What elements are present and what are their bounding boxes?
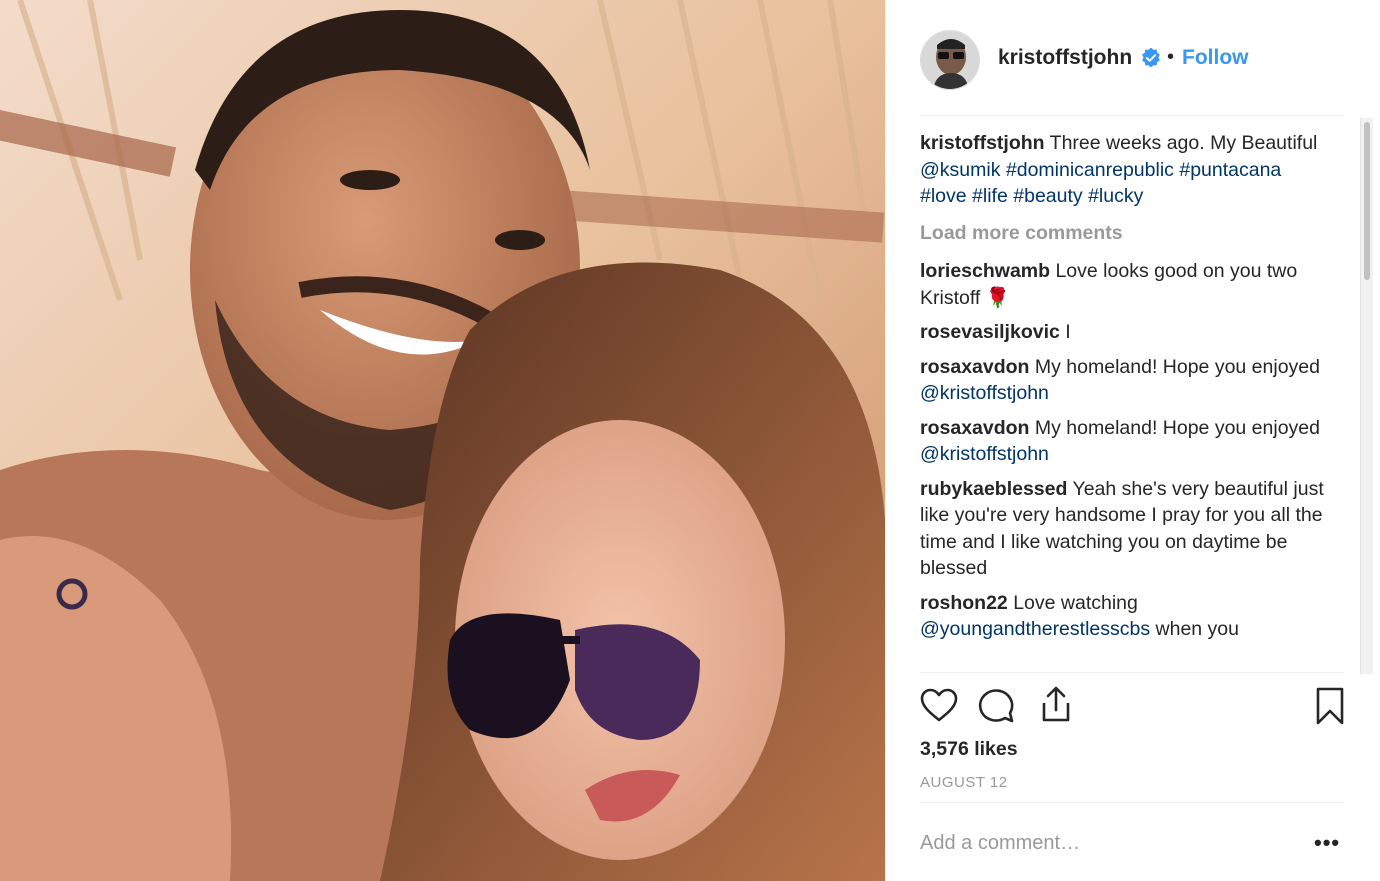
comment-username[interactable]: rubykaeblessed xyxy=(920,478,1067,500)
separator-dot: • xyxy=(1167,46,1175,68)
comments-list[interactable]: kristoffstjohn Three weeks ago. My Beaut… xyxy=(920,130,1330,670)
likes-count[interactable]: 3,576 likes xyxy=(920,738,1018,761)
post-side-panel: kristoffstjohn • Follow kristoffstjohn T… xyxy=(885,0,1380,881)
post-header: kristoffstjohn • Follow xyxy=(886,0,1380,118)
load-more-comments-button[interactable]: Load more comments xyxy=(920,220,1330,247)
comment-icon[interactable] xyxy=(977,686,1017,726)
comment: rosaxavdon My homeland! Hope you enjoyed… xyxy=(920,354,1330,407)
comment: lorieschwamb Love looks good on you two … xyxy=(920,258,1330,311)
hashtag[interactable]: #puntacana xyxy=(1179,159,1281,181)
comment-text: My homeland! Hope you enjoyed xyxy=(1029,416,1320,439)
comment-username[interactable]: rosaxavdon xyxy=(920,417,1029,439)
instagram-post: kristoffstjohn • Follow kristoffstjohn T… xyxy=(0,0,1380,881)
share-icon[interactable] xyxy=(1036,684,1076,724)
hashtag[interactable]: #lucky xyxy=(1088,185,1143,207)
comment-mention[interactable]: @kristoffstjohn xyxy=(920,443,1049,465)
caption-username[interactable]: kristoffstjohn xyxy=(920,132,1045,154)
header-divider xyxy=(920,115,1344,116)
add-comment-input[interactable] xyxy=(920,832,1300,855)
actions-divider xyxy=(920,672,1344,673)
caption-mention[interactable]: @ksumik xyxy=(920,159,1000,181)
hashtag[interactable]: #dominicanrepublic xyxy=(1006,159,1174,181)
comment: rosaxavdon My homeland! Hope you enjoyed… xyxy=(920,415,1330,468)
heart-icon[interactable] xyxy=(919,686,959,726)
more-options-button[interactable]: ••• xyxy=(1314,830,1340,856)
hashtag[interactable]: #love xyxy=(920,185,967,207)
post-date[interactable]: AUGUST 12 xyxy=(920,774,1008,791)
avatar[interactable] xyxy=(920,30,980,90)
caption-text: Three weeks ago. My Beautiful xyxy=(1044,132,1318,154)
comment-text: Love watching xyxy=(1007,591,1138,614)
photo-illustration xyxy=(0,0,885,881)
comment-text-tail: when you xyxy=(1150,618,1240,640)
comment-username[interactable]: lorieschwamb xyxy=(920,260,1050,282)
verified-badge-icon xyxy=(1142,48,1160,68)
comment-box-divider xyxy=(920,802,1344,803)
scrollbar-thumb[interactable] xyxy=(1364,122,1370,280)
post-caption: kristoffstjohn Three weeks ago. My Beaut… xyxy=(920,130,1330,210)
avatar-image xyxy=(921,31,979,89)
hashtag[interactable]: #life xyxy=(972,185,1008,207)
post-photo[interactable] xyxy=(0,0,885,881)
comment-text: My homeland! Hope you enjoyed xyxy=(1029,355,1320,378)
comment-mention[interactable]: @kristoffstjohn xyxy=(920,382,1049,404)
comment: rosevasiljkovic I xyxy=(920,319,1330,346)
comment-username[interactable]: rosevasiljkovic xyxy=(920,321,1060,343)
hashtag[interactable]: #beauty xyxy=(1013,185,1082,207)
follow-button[interactable]: Follow xyxy=(1182,46,1249,70)
comment-text: I xyxy=(1059,321,1071,343)
comment-mention[interactable]: @youngandtherestlesscbs xyxy=(920,618,1150,640)
comment-username[interactable]: rosaxavdon xyxy=(920,356,1029,378)
comment: rubykaeblessed Yeah she's very beautiful… xyxy=(920,476,1330,582)
comment: roshon22 Love watching @youngandtherestl… xyxy=(920,590,1330,643)
post-author-username[interactable]: kristoffstjohn xyxy=(998,46,1132,70)
comment-username[interactable]: roshon22 xyxy=(920,592,1008,614)
bookmark-icon[interactable] xyxy=(1310,686,1350,726)
